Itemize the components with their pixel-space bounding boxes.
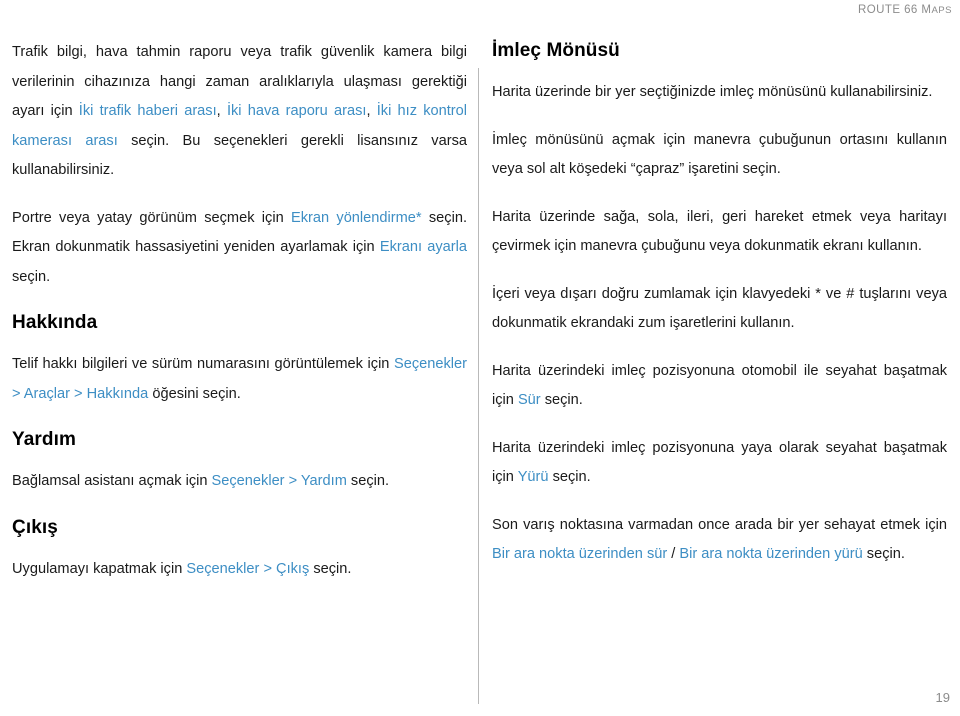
page-body: Trafik bilgi, hava tahmin raporu veya tr…: [0, 38, 960, 704]
text-run: seçin.: [540, 392, 583, 408]
text-run: Uygulamayı kapatmak için: [12, 560, 187, 577]
text-run: Bağlamsal asistanı açmak için: [12, 473, 212, 489]
text-run: seçin.: [548, 469, 591, 485]
paragraph-via-waypoint: Son varış noktasına varmadan once arada …: [492, 511, 947, 570]
link-ekran-yonlendirme[interactable]: Ekran yönlendirme*: [291, 210, 422, 226]
paragraph-drive-to-cursor: Harita üzerindeki imleç pozisyonuna otom…: [492, 357, 947, 416]
text-run: Portre veya yatay görünüm seçmek için: [12, 209, 291, 226]
paragraph-help-assistant: Bağlamsal asistanı açmak için Seçenekler…: [12, 467, 467, 497]
text-run: seçin.: [309, 560, 352, 577]
page-number: 19: [935, 690, 950, 705]
link-iki-trafik-haberi-arasi[interactable]: İki trafik haberi arası: [79, 103, 217, 119]
text-run: Telif hakkı bilgileri ve sürüm numarasın…: [12, 356, 394, 372]
paragraph-about-info: Telif hakkı bilgileri ve sürüm numarasın…: [12, 350, 467, 409]
paragraph-screen-orientation: Portre veya yatay görünüm seçmek için Ek…: [12, 204, 467, 293]
heading-cikis: Çıkış: [12, 516, 58, 538]
heading-imlec-monusu: İmleç Mönüsü: [492, 40, 620, 61]
paragraph-traffic-settings: Trafik bilgi, hava tahmin raporu veya tr…: [12, 38, 467, 186]
heading-yardim: Yardım: [12, 429, 76, 450]
column-divider: [478, 68, 479, 704]
link-secenekler-yardim[interactable]: Seçenekler > Yardım: [212, 473, 347, 489]
brand-title-maps-cap: M: [921, 4, 932, 16]
text-run: seçin.: [862, 546, 905, 562]
link-secenekler-cikis[interactable]: Seçenekler > Çıkış: [186, 561, 309, 577]
left-column: Trafik bilgi, hava tahmin raporu veya tr…: [12, 38, 467, 602]
paragraph-open-cursor-menu: İmleç mönüsünü açmak için manevra çubuğu…: [492, 131, 947, 178]
text-run: ,: [366, 103, 377, 119]
text-run: Son varış noktasına varmadan once arada …: [492, 516, 947, 533]
paragraph-zoom-controls: İçeri veya dışarı doğru zumlamak için kl…: [492, 285, 947, 332]
running-header: ROUTE 66 MAPS: [0, 0, 960, 28]
link-sur[interactable]: Sür: [518, 392, 541, 408]
link-bir-ara-nokta-uzerinden-sur[interactable]: Bir ara nokta üzerinden sür: [492, 546, 667, 562]
link-ekrani-ayarla[interactable]: Ekranı ayarla: [380, 239, 467, 255]
text-run: seçin.: [12, 268, 51, 285]
text-run: öğesini seçin.: [148, 385, 241, 402]
paragraph-walk-to-cursor: Harita üzerindeki imleç pozisyonuna yaya…: [492, 434, 947, 493]
paragraph-cursor-menu-intro: Harita üzerinde bir yer seçtiğinizde iml…: [492, 84, 933, 100]
brand-title-maps-smallcaps: APS: [931, 5, 952, 16]
text-run: seçin.: [346, 473, 390, 489]
brand-title: ROUTE 66 MAPS: [858, 1, 952, 18]
paragraph-exit-app: Uygulamayı kapatmak için Seçenekler > Çı…: [12, 555, 467, 585]
text-run: ,: [216, 103, 227, 119]
link-bir-ara-nokta-uzerinden-yuru[interactable]: Bir ara nokta üzerinden yürü: [679, 546, 862, 562]
paragraph-map-navigation: Harita üzerinde sağa, sola, ileri, geri …: [492, 208, 947, 255]
brand-title-main: ROUTE 66: [857, 4, 922, 16]
link-yuru[interactable]: Yürü: [518, 469, 549, 485]
right-column: İmleç Mönüsü Harita üzerinde bir yer seç…: [492, 38, 947, 588]
text-run: /: [667, 546, 680, 562]
link-iki-hava-raporu-arasi[interactable]: İki hava raporu arası: [227, 103, 367, 119]
heading-hakkinda: Hakkında: [12, 312, 98, 333]
